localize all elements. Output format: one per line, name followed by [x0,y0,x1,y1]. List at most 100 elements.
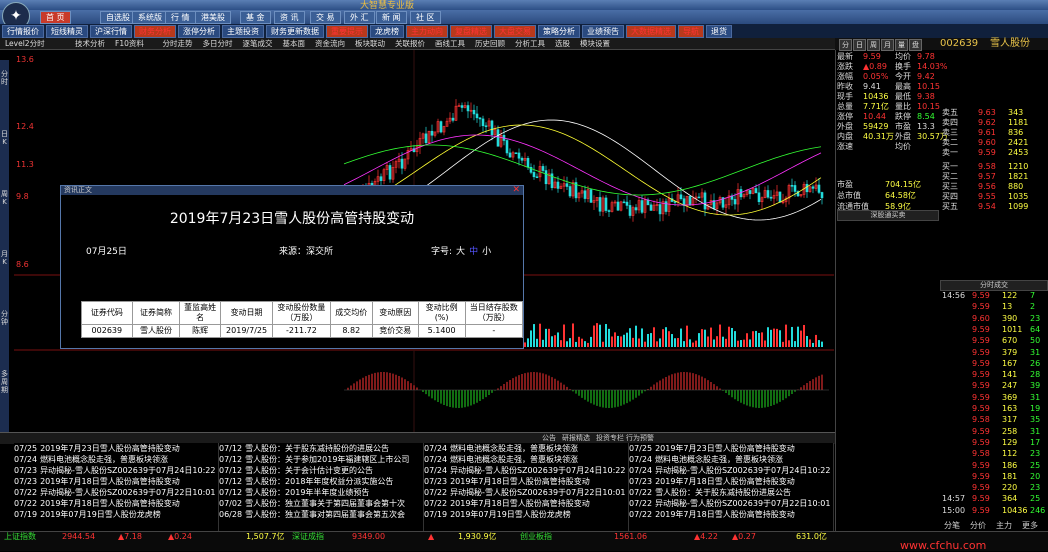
toolbar-item-1[interactable]: 技术分析 [72,38,108,49]
news-item[interactable]: 07/02 雪人股份：独立董事关于第四届董事会第十次 [219,498,423,509]
news-item[interactable]: 07/23 2019年7月18日雪人股份高管持股变动 [14,476,218,487]
tick-section-header[interactable]: 分时成交 [940,280,1048,291]
func-tab-13[interactable]: 业绩预告 [582,25,624,38]
menu-item-8[interactable]: 外 汇 [344,11,375,24]
news-item[interactable]: 06/28 雪人股份：独立董事对第四届董事会第五次会 [219,509,423,520]
tick-price: 9.59 [972,324,990,334]
func-tab-5[interactable]: 主题投资 [222,25,264,38]
volume-bar [542,339,544,347]
news-item[interactable]: 07/25 2019年7月23日雪人股份高管持股变动 [14,443,218,454]
news-item[interactable]: 07/24 燃料电池概念股走强，普惠板块领涨 [629,454,833,465]
news-item[interactable]: 07/22 2019年7月18日雪人股份高管持股变动 [424,498,628,509]
menu-item-0[interactable]: 首 页 [40,11,71,24]
news-item[interactable]: 07/22 2019年7月18日雪人股份高管持股变动 [629,509,833,520]
news-item[interactable]: 07/25 2019年7月23日雪人股份高管持股变动 [629,443,833,454]
news-item[interactable]: 07/22 雪人股份：关于股东减持股份进展公告 [629,487,833,498]
news-item[interactable]: 07/22 异动揭秘-雪人股份SZ002639于07月22日10:01 [424,487,628,498]
quote-value: 0.05% [863,72,889,81]
news-date: 07/24 [424,466,448,475]
level-section-header[interactable]: 深股通买卖 [837,210,939,221]
news-item[interactable]: 07/23 异动揭秘-雪人股份SZ002639于07月24日10:22 [14,465,218,476]
toolbar-item-7[interactable]: 资金流向 [312,38,348,49]
menu-item-4[interactable]: 港美股 [195,11,231,24]
menu-item-6[interactable]: 资 讯 [274,11,305,24]
candle-body [544,170,548,185]
menu-item-7[interactable]: 交 易 [310,11,341,24]
func-tab-15[interactable]: 导航 [678,25,704,38]
toolbar-item-13[interactable]: 选股 [552,38,573,49]
func-tab-9[interactable]: 主力动向 [406,25,448,38]
quote-value: 8.54 [917,112,935,121]
toolbar-item-10[interactable]: 画线工具 [432,38,468,49]
toolbar-item-6[interactable]: 基本面 [280,38,309,49]
menu-item-10[interactable]: 社 区 [410,11,441,24]
toolbar-item-5[interactable]: 逐笔成交 [240,38,276,49]
toolbar-item-3[interactable]: 分时走势 [160,38,196,49]
func-tab-6[interactable]: 财务更新数据 [266,25,324,38]
font-size-large[interactable]: 大 [456,247,465,257]
news-popup[interactable]: 资讯正文 ✕ 2019年7月23日雪人股份高管持股变动 07月25日 来源：深交… [60,185,524,349]
func-tab-12[interactable]: 策略分析 [538,25,580,38]
menu-item-3[interactable]: 行 情 [165,11,196,24]
menu-item-1[interactable]: 自选股 [100,11,136,24]
toolbar-item-0[interactable]: Level2分时 [2,38,48,49]
volume-bar [794,341,796,347]
menu-item-9[interactable]: 新 闻 [376,11,407,24]
close-icon[interactable]: ✕ [512,186,520,195]
func-tab-7[interactable]: 重要提示 [326,25,368,38]
tick-bottom-tab-1[interactable]: 分价 [970,520,986,531]
menu-item-2[interactable]: 系统版 [132,11,168,24]
news-item[interactable]: 07/12 雪人股份：关于参加2019年福建辖区上市公司 [219,454,423,465]
toolbar-item-4[interactable]: 多日分时 [200,38,236,49]
news-item[interactable]: 07/23 2019年7月18日雪人股份高管持股变动 [424,476,628,487]
func-tab-0[interactable]: 行情报价 [2,25,44,38]
news-item[interactable]: 07/19 2019年07月19日雪人股份龙虎榜 [424,509,628,520]
candle-body [754,188,758,194]
news-item[interactable]: 07/22 2019年7月18日雪人股份高管持股变动 [14,498,218,509]
font-size-small[interactable]: 小 [482,247,491,257]
volume-bar [674,338,676,347]
toolbar-item-12[interactable]: 分析工具 [512,38,548,49]
news-item[interactable]: 07/12 雪人股份：关于会计估计变更的公告 [219,465,423,476]
news-item[interactable]: 07/24 燃料电池概念股走强，普惠板块领涨 [424,454,628,465]
orderbook-level: 买五 [942,202,958,211]
news-item[interactable]: 07/22 异动揭秘-雪人股份SZ002639于07月22日10:01 [629,498,833,509]
news-item[interactable]: 07/24 燃料电池概念股走强，普惠板块领涨 [424,443,628,454]
func-tab-3[interactable]: 财务分析 [134,25,176,38]
popup-titlebar[interactable]: 资讯正文 ✕ [61,186,523,195]
table-cell: 002639 [81,324,133,338]
func-tab-8[interactable]: 龙虎榜 [370,25,404,38]
font-size-medium[interactable]: 中 [469,247,478,257]
tick-price: 9.60 [972,313,990,323]
news-item[interactable]: 07/12 雪人股份：2019年半年度业绩预告 [219,487,423,498]
news-item[interactable]: 07/19 2019年07月19日雪人股份龙虎榜 [14,509,218,520]
news-item[interactable]: 07/24 燃料电池概念股走强，普惠板块领涨 [14,454,218,465]
func-tab-14[interactable]: 大数据精选 [626,25,676,38]
toolbar-item-8[interactable]: 板块联动 [352,38,388,49]
toolbar-item-9[interactable]: 关联报价 [392,38,428,49]
news-item[interactable]: 07/12 雪人股份：2018年年度权益分派实施公告 [219,476,423,487]
candle-body [679,194,683,200]
func-tab-2[interactable]: 沪深行情 [90,25,132,38]
volume-bar [623,334,625,347]
tick-bottom-tab-0[interactable]: 分笔 [944,520,960,531]
news-item[interactable]: 07/24 异动揭秘-雪人股份SZ002639于07月24日10:22 [629,465,833,476]
func-tab-1[interactable]: 短线精灵 [46,25,88,38]
news-item[interactable]: 07/23 2019年7月18日雪人股份高管持股变动 [629,476,833,487]
news-item[interactable]: 07/12 雪人股份：关于股东减持股份的进展公告 [219,443,423,454]
news-item[interactable]: 07/22 异动揭秘-雪人股份SZ002639于07月22日10:01 [14,487,218,498]
news-item[interactable]: 07/24 异动揭秘-雪人股份SZ002639于07月24日10:22 [424,465,628,476]
func-tab-4[interactable]: 涨停分析 [178,25,220,38]
toolbar-item-2[interactable]: F10资料 [112,38,147,49]
toolbar-item-14[interactable]: 模块设置 [577,38,613,49]
menu-item-5[interactable]: 基 金 [240,11,271,24]
tick-bottom-tab-2[interactable]: 主力 [996,520,1012,531]
volume-bar [749,339,751,347]
tick-count: 246 [1030,505,1046,515]
func-tab-11[interactable]: 大盘交易 [494,25,536,38]
func-tab-10[interactable]: 复盘精选 [450,25,492,38]
func-tab-16[interactable]: 退货 [706,25,732,38]
orderbook-volume: 1035 [1008,192,1029,201]
tick-bottom-tab-3[interactable]: 更多 [1022,520,1038,531]
toolbar-item-11[interactable]: 历史回顾 [472,38,508,49]
